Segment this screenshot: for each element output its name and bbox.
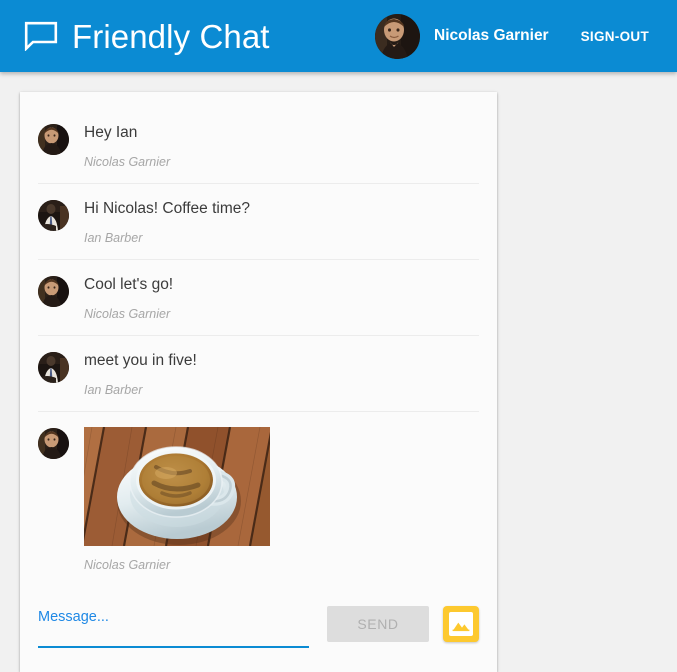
- message-text: Hey Ian: [84, 124, 138, 141]
- image-icon: [449, 611, 473, 636]
- message-text: Cool let's go!: [84, 275, 174, 293]
- avatar: [38, 427, 69, 459]
- message-body: Hey Ian Nicolas Garnier: [84, 122, 479, 170]
- message-item: Hey Ian Nicolas Garnier: [38, 108, 479, 184]
- message-field[interactable]: Message...: [38, 600, 309, 648]
- message-author: Nicolas Garnier: [84, 306, 171, 321]
- message-text: meet you in five!: [84, 351, 197, 369]
- message-item: Nicolas Garnier: [38, 412, 479, 586]
- message-item: Cool let's go! Nicolas Garnier: [38, 260, 479, 336]
- sign-out-button[interactable]: SIGN-OUT: [581, 29, 649, 44]
- message-author: Ian Barber: [84, 382, 143, 397]
- message-item: Hi Nicolas! Coffee time? Ian Barber: [38, 184, 479, 260]
- message-body: Cool let's go! Nicolas Garnier: [84, 274, 479, 322]
- user-block[interactable]: Nicolas Garnier SIGN-OUT: [375, 13, 649, 59]
- chat-card: Hey Ian Nicolas Garnier Hi Nicolas! Coff…: [20, 92, 497, 672]
- app-title: Friendly Chat: [72, 17, 270, 55]
- message-author: Nicolas Garnier: [84, 154, 171, 169]
- image-upload-button[interactable]: [443, 605, 479, 642]
- message-author: Ian Barber: [84, 230, 143, 245]
- brand: Friendly Chat: [24, 20, 270, 53]
- message-body: Nicolas Garnier: [84, 426, 479, 573]
- app-header: Friendly Chat Nicolas Garnier SIGN-OUT: [0, 0, 677, 72]
- page-body: Hey Ian Nicolas Garnier Hi Nicolas! Coff…: [0, 72, 677, 672]
- message-list: Hey Ian Nicolas Garnier Hi Nicolas! Coff…: [20, 92, 497, 586]
- message-author: Nicolas Garnier: [84, 557, 171, 572]
- avatar: [38, 351, 69, 383]
- message-item: meet you in five! Ian Barber: [38, 336, 479, 412]
- message-text: Hi Nicolas! Coffee time?: [84, 199, 250, 217]
- chat-bubble-icon: [24, 21, 58, 52]
- avatar: [375, 13, 421, 59]
- message-image[interactable]: [84, 426, 270, 546]
- avatar: [38, 275, 69, 307]
- send-button[interactable]: SEND: [327, 605, 429, 642]
- message-body: Hi Nicolas! Coffee time? Ian Barber: [84, 198, 479, 246]
- message-composer: Message... SEND: [20, 586, 497, 672]
- avatar: [38, 199, 69, 231]
- message-body: meet you in five! Ian Barber: [84, 350, 479, 398]
- message-input[interactable]: [38, 615, 309, 648]
- avatar: [38, 124, 69, 155]
- user-name: Nicolas Garnier: [434, 27, 549, 44]
